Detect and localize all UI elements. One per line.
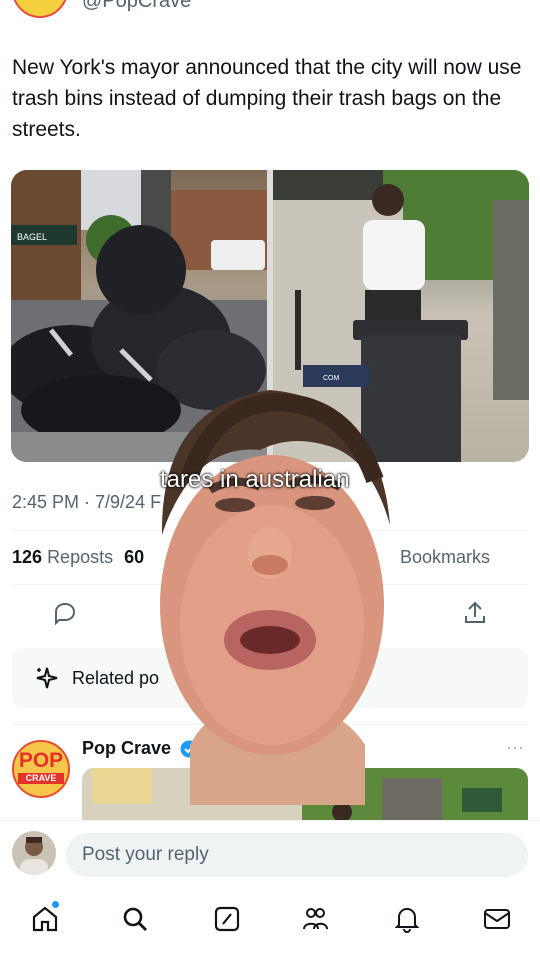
tweet-text: New York's mayor announced that the city… [12, 56, 522, 141]
avatar-text: POP [18, 749, 64, 772]
user-avatar[interactable] [12, 831, 56, 875]
notifications-icon[interactable] [392, 904, 422, 934]
author-avatar[interactable] [12, 0, 68, 18]
reposts-stat[interactable]: 126 Reposts 60 [12, 547, 144, 568]
grok-icon[interactable] [212, 904, 242, 934]
share-icon[interactable] [462, 600, 488, 626]
video-caption: tares in australian [160, 466, 350, 493]
avatar-subtext: CRAVE [18, 773, 64, 784]
bookmarks-stat[interactable]: Bookmarks [400, 547, 490, 568]
reply-composer: Post your reply [0, 820, 540, 890]
tweet-timestamp[interactable]: 2:45 PM · 7/9/24 F [12, 492, 161, 513]
bagel-sign: BAGEL [17, 232, 47, 242]
home-notification-dot [52, 901, 59, 908]
more-icon[interactable]: ⋯ [506, 738, 525, 759]
author-handle[interactable]: @PopCrave [82, 0, 191, 13]
messages-icon[interactable] [482, 904, 512, 934]
home-icon[interactable] [30, 901, 60, 934]
sparkle-icon [34, 665, 60, 691]
search-icon[interactable] [120, 904, 150, 934]
reaction-person-overlay [150, 365, 400, 805]
reply-icon[interactable] [52, 600, 78, 626]
quotes-count: 60 [124, 547, 145, 567]
reposts-count: 126 [12, 547, 43, 567]
communities-icon[interactable] [300, 904, 330, 934]
bottom-navigation [0, 890, 540, 960]
related-posts-label: Related po [72, 668, 160, 688]
reposts-label: Reposts [47, 547, 114, 567]
reply-input[interactable]: Post your reply [66, 833, 528, 877]
pop-crave-avatar[interactable]: POP CRAVE [12, 740, 70, 798]
